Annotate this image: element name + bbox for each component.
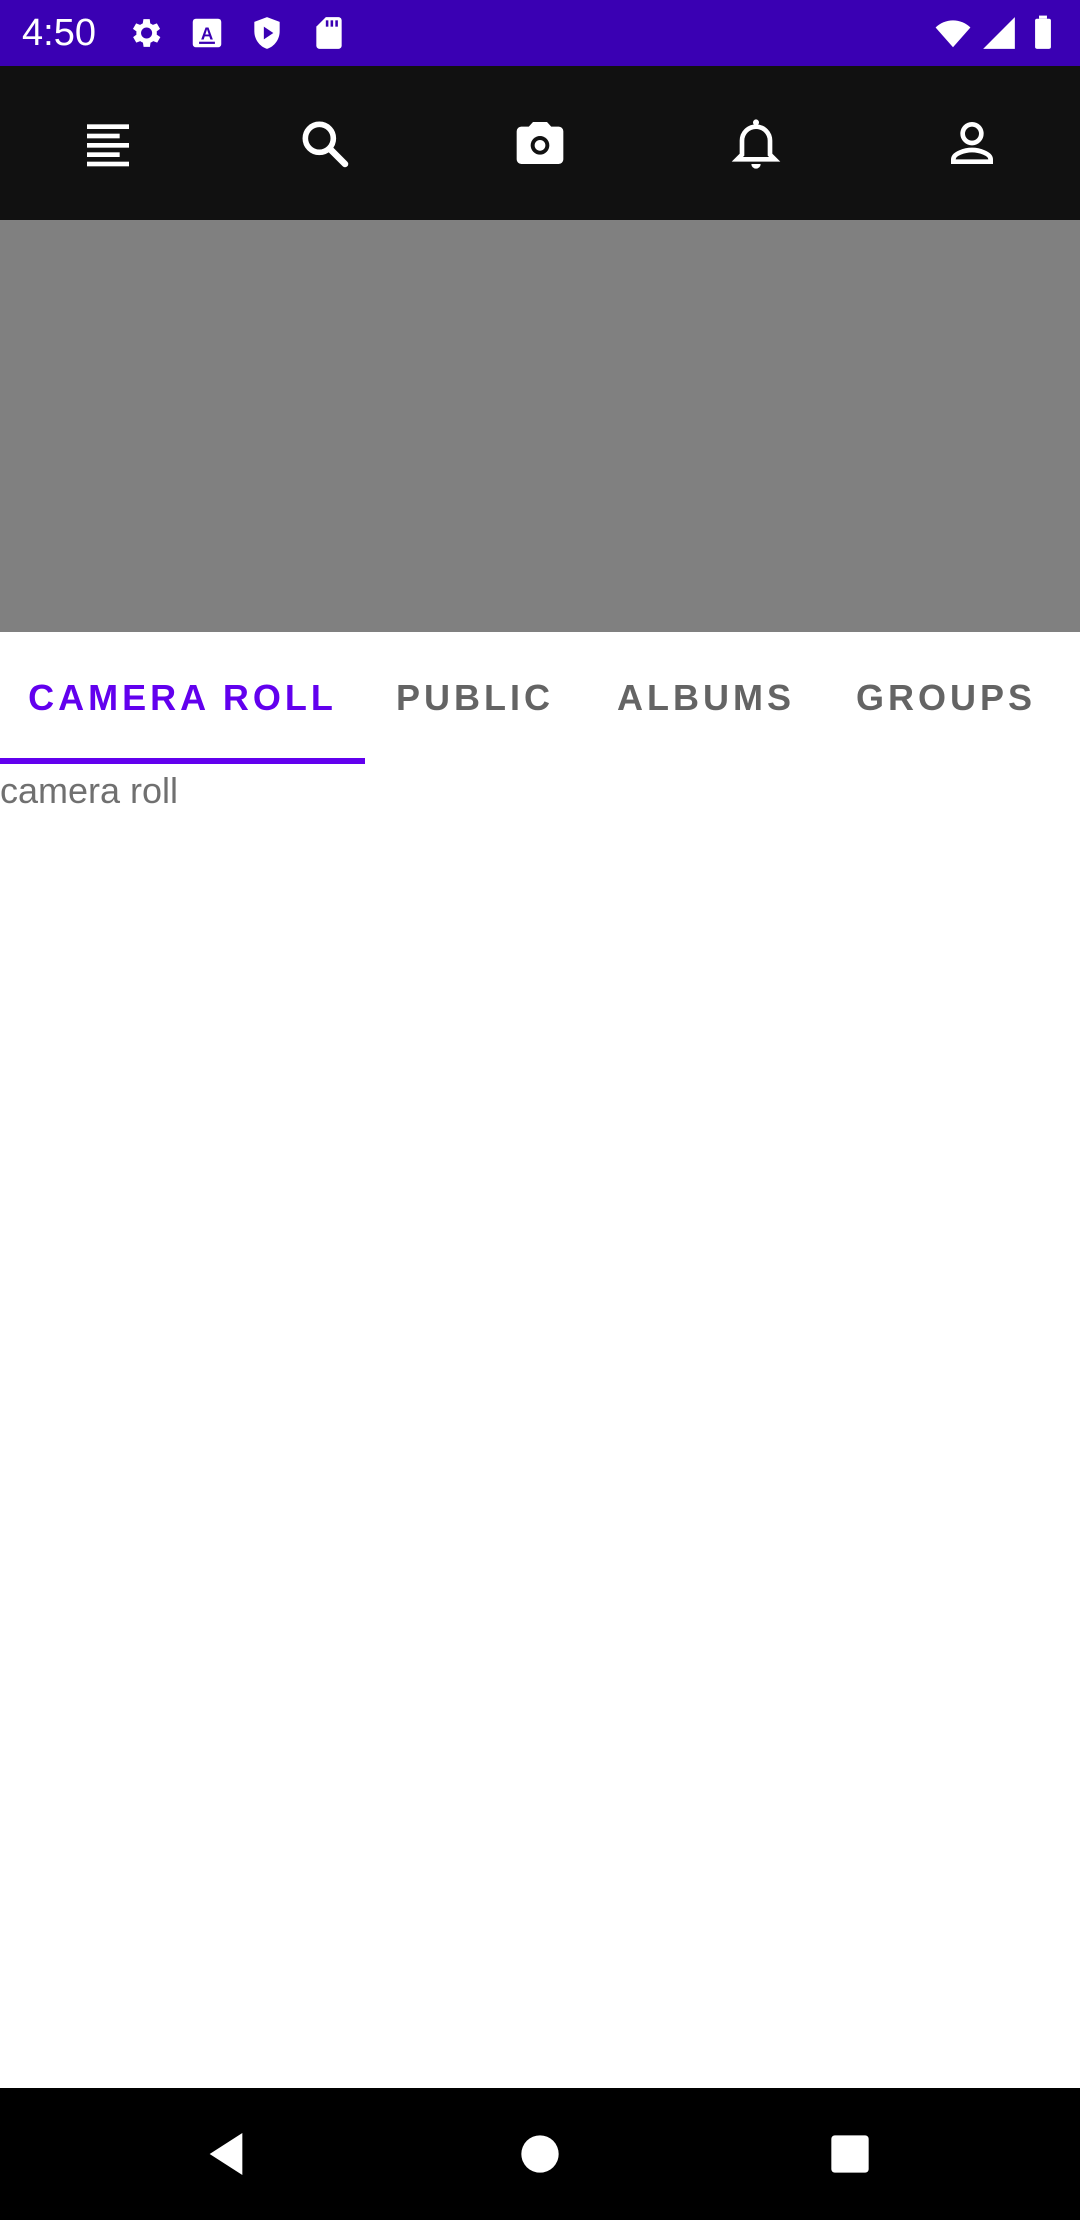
cover-banner bbox=[0, 220, 1080, 632]
menu-button[interactable] bbox=[68, 103, 148, 183]
wifi-icon bbox=[934, 14, 972, 52]
shield-play-icon bbox=[248, 14, 286, 52]
recents-icon bbox=[831, 2135, 869, 2173]
recents-button[interactable] bbox=[810, 2114, 890, 2194]
profile-button[interactable] bbox=[932, 103, 1012, 183]
battery-icon bbox=[1030, 14, 1056, 52]
svg-text:A: A bbox=[201, 23, 214, 43]
search-button[interactable] bbox=[284, 103, 364, 183]
tab-camera-roll[interactable]: CAMERA ROLL bbox=[0, 632, 365, 764]
tab-public[interactable]: PUBLIC bbox=[380, 632, 570, 764]
profile-icon bbox=[951, 121, 993, 164]
camera-button[interactable] bbox=[500, 103, 580, 183]
navigation-bar bbox=[0, 2088, 1080, 2220]
camera-icon bbox=[516, 122, 564, 164]
back-button[interactable] bbox=[186, 2114, 266, 2194]
search-icon bbox=[302, 121, 349, 168]
sd-card-icon bbox=[310, 14, 348, 52]
keyboard-a-icon: A bbox=[188, 14, 226, 52]
tab-albums[interactable]: ALBUMS bbox=[600, 632, 812, 764]
status-time: 4:50 bbox=[22, 12, 96, 54]
back-icon bbox=[209, 2133, 243, 2175]
home-icon bbox=[521, 2135, 559, 2173]
app-bar bbox=[0, 66, 1080, 220]
home-button[interactable] bbox=[500, 2114, 580, 2194]
tab-indicator bbox=[0, 758, 365, 764]
tab-groups[interactable]: GROUPS bbox=[840, 632, 1052, 764]
menu-icon bbox=[87, 124, 129, 167]
notifications-button[interactable] bbox=[716, 103, 796, 183]
cellular-signal-icon bbox=[980, 14, 1018, 52]
tab-bar: CAMERA ROLL PUBLIC ALBUMS GROUPS bbox=[0, 632, 1080, 764]
status-bar: 4:50 A bbox=[0, 0, 1080, 66]
content-label: camera roll bbox=[0, 770, 179, 811]
settings-icon bbox=[126, 14, 164, 52]
notifications-bell-icon bbox=[731, 119, 781, 169]
